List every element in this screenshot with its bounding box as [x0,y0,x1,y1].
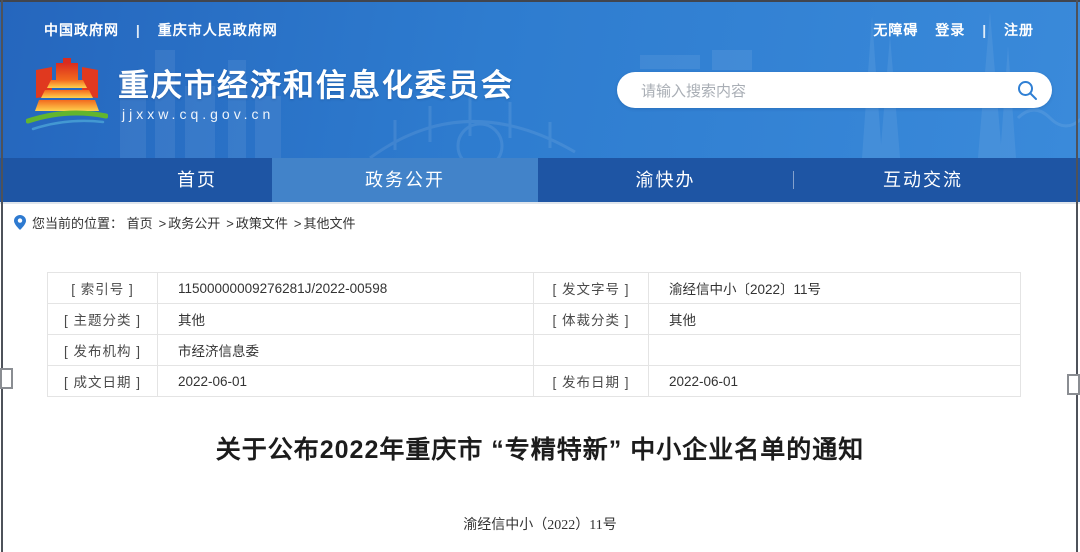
table-row-publisher: [ 发布机构 ] 市经济信息委 [48,335,1021,366]
doc-label-symbol: [ 发文字号 ] [534,273,649,304]
doc-value-written-date: 2022-06-01 [158,366,534,397]
link-chongqing-gov[interactable]: 重庆市人民政府网 [158,22,278,38]
doc-value-empty [649,335,1021,366]
breadcrumb-other-files[interactable]: 其他文件 [303,216,355,231]
site-logo[interactable]: 重庆市经济和信息化委员会 jjxxw.cq.gov.cn [26,56,586,148]
doc-value-genre: 其他 [649,304,1021,335]
article-doc-number: 渝经信中小（2022）11号 [0,514,1080,534]
doc-label-index: [ 索引号 ] [48,273,158,304]
table-row-category: [ 主题分类 ] 其他 [ 体裁分类 ] 其他 [48,304,1021,335]
nav-tab-interaction[interactable]: 互动交流 [793,158,1053,202]
doc-label-publish-date: [ 发布日期 ] [534,366,649,397]
table-row-dates: [ 成文日期 ] 2022-06-01 [ 发布日期 ] 2022-06-01 [48,366,1021,397]
article-title: 关于公布2022年重庆市 “专精特新” 中小企业名单的通知 [0,430,1080,466]
doc-value-publisher: 市经济信息委 [158,335,534,366]
doc-label-publisher: [ 发布机构 ] [48,335,158,366]
nav-tab-yukuaiban[interactable]: 渝快办 [538,158,793,202]
table-row-index: [ 索引号 ] 11500000009276281J/2022-00598 [ … [48,273,1021,304]
topbar-separator: | [982,22,987,38]
search-button[interactable] [1016,79,1038,101]
site-title: 重庆市经济和信息化委员会 [118,60,514,105]
breadcrumb-separator: > [226,216,234,231]
link-china-gov[interactable]: 中国政府网 [44,22,119,38]
user-links: 无障碍 登录 | 注册 [867,20,1040,40]
doc-label-topic: [ 主题分类 ] [48,304,158,335]
doc-label-genre: [ 体裁分类 ] [534,304,649,335]
doc-info-table: [ 索引号 ] 11500000009276281J/2022-00598 [ … [47,272,1021,397]
site-url: jjxxw.cq.gov.cn [122,106,274,122]
breadcrumb-home[interactable]: 首页 [127,216,153,231]
doc-value-publish-date: 2022-06-01 [649,366,1021,397]
window-top-edge [0,0,1080,2]
doc-value-symbol: 渝经信中小〔2022〕11号 [649,273,1021,304]
crop-edge-right [1076,0,1078,552]
doc-value-topic: 其他 [158,304,534,335]
breadcrumb-policy-files[interactable]: 政策文件 [236,216,288,231]
magnifier-icon [1016,79,1038,101]
gov-website-page: 中国政府网 | 重庆市人民政府网 无障碍 登录 | 注册 [0,0,1080,552]
main-nav: 首页 政务公开 渝快办 互动交流 [0,158,1080,204]
crop-handle-left [0,368,13,389]
nav-separator [793,171,794,189]
search-box [617,72,1052,108]
topbar-separator: | [136,22,141,38]
search-input[interactable] [639,72,1003,110]
doc-value-index: 11500000009276281J/2022-00598 [158,273,534,304]
breadcrumb-gov-affairs[interactable]: 政务公开 [168,216,220,231]
crop-handle-right [1067,374,1080,395]
accessibility-link[interactable]: 无障碍 [873,22,918,38]
doc-label-written-date: [ 成文日期 ] [48,366,158,397]
nav-tab-gov-affairs[interactable]: 政务公开 [272,158,538,202]
breadcrumb-prefix: 您当前的位置： [32,216,123,231]
site-header: 中国政府网 | 重庆市人民政府网 无障碍 登录 | 注册 [0,0,1080,158]
gov-portal-links: 中国政府网 | 重庆市人民政府网 [38,20,284,40]
crop-edge-left [1,0,3,552]
login-link[interactable]: 登录 [935,22,965,38]
breadcrumb-separator: > [159,216,167,231]
register-link[interactable]: 注册 [1004,22,1034,38]
great-hall-logo-icon [26,58,108,142]
doc-label-empty [534,335,649,366]
breadcrumb: 您当前的位置： 首页>政务公开>政策文件>其他文件 [14,212,355,236]
location-pin-icon [14,215,26,230]
breadcrumb-separator: > [294,216,302,231]
nav-tab-home[interactable]: 首页 [130,158,264,202]
